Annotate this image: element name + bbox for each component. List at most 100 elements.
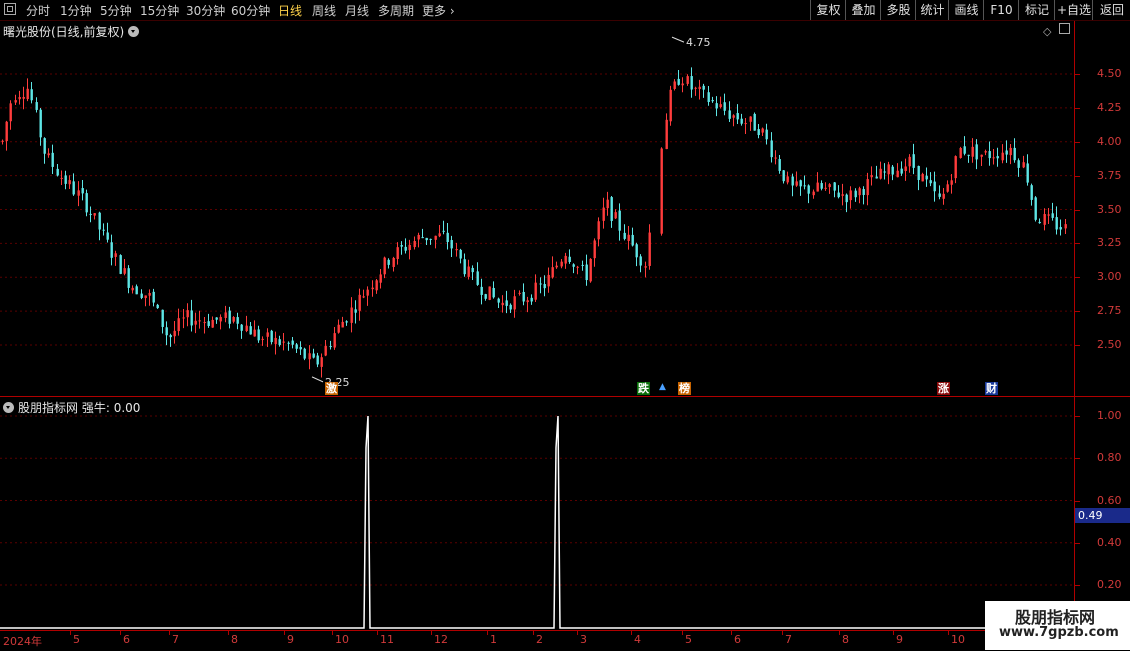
tab-monthly[interactable]: 月线 bbox=[345, 2, 369, 19]
tab-30min[interactable]: 30分钟 bbox=[186, 2, 225, 19]
dropdown-icon[interactable] bbox=[128, 26, 140, 37]
candle-body bbox=[375, 280, 378, 291]
candle-body bbox=[245, 325, 248, 332]
indicator-dropdown-icon[interactable] bbox=[3, 402, 14, 413]
candle-body bbox=[753, 113, 756, 131]
tab-more[interactable]: 更多 › bbox=[422, 2, 455, 19]
candle-body bbox=[1030, 185, 1033, 200]
date-tick bbox=[487, 631, 488, 635]
candle-body bbox=[513, 296, 516, 310]
candle-body bbox=[715, 103, 718, 109]
candle-body bbox=[371, 287, 374, 290]
candle-body bbox=[807, 185, 810, 194]
price-tick bbox=[1075, 345, 1080, 346]
candle-body bbox=[883, 171, 886, 173]
candle-body bbox=[900, 168, 903, 174]
candle-body bbox=[1043, 214, 1046, 225]
date-axis: 2024年 5 6 7 8 9 10 11 12 1 2 3 4 5 6 7 8 9 10 bbox=[0, 630, 1075, 651]
candle-body bbox=[81, 188, 84, 194]
candle-body bbox=[123, 268, 126, 274]
diamond-icon[interactable]: ◇ bbox=[1043, 25, 1051, 38]
date-tick bbox=[682, 631, 683, 635]
candle-body bbox=[904, 166, 907, 171]
candle-body bbox=[404, 246, 407, 251]
event-mark[interactable]: 跌 bbox=[637, 382, 650, 395]
date-tick-label: 2024年 bbox=[3, 635, 42, 648]
candle-body bbox=[975, 144, 978, 160]
indicator-tick bbox=[1075, 458, 1080, 460]
candle-body bbox=[749, 116, 752, 122]
candle-body bbox=[345, 321, 348, 323]
tab-60min[interactable]: 60分钟 bbox=[231, 2, 270, 19]
candle-body bbox=[845, 194, 848, 203]
candle-body bbox=[828, 184, 831, 188]
btn-add-favorite[interactable]: +自选 bbox=[1054, 0, 1093, 20]
candle-body bbox=[392, 257, 395, 267]
btn-draw-line[interactable]: 画线 bbox=[948, 0, 984, 20]
candle-body bbox=[228, 310, 231, 324]
event-mark[interactable]: 榜 bbox=[678, 382, 691, 395]
candle-body bbox=[614, 212, 617, 219]
btn-mark[interactable]: 标记 bbox=[1018, 0, 1055, 20]
indicator-tick-label: 0.80 bbox=[1097, 451, 1122, 465]
tab-15min[interactable]: 15分钟 bbox=[140, 2, 179, 19]
candle-body bbox=[287, 342, 290, 344]
event-mark[interactable]: 涨 bbox=[937, 382, 950, 395]
date-tick bbox=[431, 631, 432, 635]
price-tick-label: 4.50 bbox=[1097, 67, 1122, 80]
date-tick-label: 3 bbox=[580, 633, 587, 646]
candle-body bbox=[236, 317, 239, 324]
tab-fenshi[interactable]: 分时 bbox=[26, 2, 50, 19]
tab-multi-period[interactable]: 多周期 bbox=[378, 2, 414, 19]
candle-body bbox=[476, 271, 479, 285]
watermark-logo: 股朋指标网 www.7gpzb.com bbox=[985, 601, 1130, 650]
candle-body bbox=[337, 324, 340, 333]
candle-body bbox=[85, 193, 88, 213]
candle-body bbox=[110, 242, 113, 258]
tab-1min[interactable]: 1分钟 bbox=[60, 2, 92, 19]
main-panel-title[interactable]: 曙光股份(日线,前复权) bbox=[3, 23, 140, 40]
btn-multi-stock[interactable]: 多股 bbox=[880, 0, 916, 20]
btn-overlay[interactable]: 叠加 bbox=[845, 0, 881, 20]
candle-body bbox=[1022, 162, 1025, 168]
candle-body bbox=[803, 185, 806, 187]
candle-body bbox=[606, 199, 609, 209]
btn-statistics[interactable]: 统计 bbox=[915, 0, 949, 20]
candle-body bbox=[379, 274, 382, 283]
candle-body bbox=[572, 264, 575, 267]
candle-body bbox=[996, 156, 999, 159]
high-price-label: 4.75 bbox=[686, 36, 711, 49]
candle-body bbox=[39, 109, 42, 138]
btn-f10[interactable]: F10 bbox=[983, 0, 1019, 20]
candle-body bbox=[60, 177, 63, 179]
candle-body bbox=[690, 76, 693, 90]
tab-weekly[interactable]: 周线 bbox=[312, 2, 336, 19]
candle-body bbox=[744, 123, 747, 125]
candle-body bbox=[463, 259, 466, 275]
tab-daily[interactable]: 日线 bbox=[278, 2, 302, 19]
kline-panel[interactable]: 4.752.25 bbox=[0, 21, 1075, 397]
event-mark[interactable]: 激 bbox=[325, 382, 338, 395]
candle-body bbox=[47, 153, 50, 156]
date-tick-label: 5 bbox=[685, 633, 692, 646]
indicator-chart bbox=[0, 415, 1075, 629]
btn-restore-rights[interactable]: 复权 bbox=[810, 0, 846, 20]
candle-body bbox=[610, 197, 613, 221]
price-tick-label: 4.25 bbox=[1097, 100, 1122, 114]
candle-body bbox=[707, 92, 710, 103]
chevron-right-icon: › bbox=[449, 4, 455, 18]
candle-body bbox=[896, 170, 899, 178]
layout-icon[interactable] bbox=[1059, 23, 1070, 34]
indicator-panel[interactable] bbox=[0, 398, 1075, 630]
candle-body bbox=[560, 261, 563, 267]
window-icon[interactable] bbox=[4, 3, 16, 15]
candle-body bbox=[799, 180, 802, 187]
candle-body bbox=[77, 190, 80, 196]
indicator-title-bar[interactable]: 股朋指标网 强牛: 0.00 bbox=[3, 399, 140, 416]
candle-body bbox=[30, 89, 33, 101]
tab-5min[interactable]: 5分钟 bbox=[100, 2, 132, 19]
event-mark[interactable]: 财 bbox=[985, 382, 998, 395]
candle-body bbox=[581, 264, 584, 266]
btn-back[interactable]: 返回 bbox=[1092, 0, 1130, 20]
candle-body bbox=[980, 154, 983, 157]
